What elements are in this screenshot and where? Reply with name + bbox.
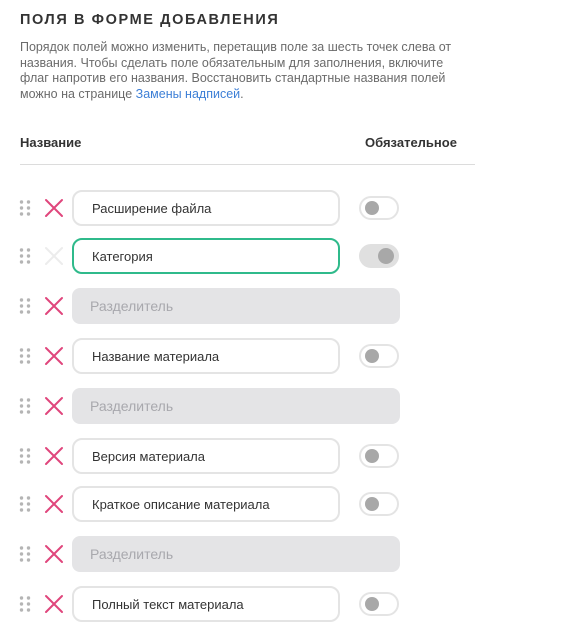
close-icon[interactable] xyxy=(43,197,65,219)
separator-label: Разделитель xyxy=(72,288,400,324)
close-icon[interactable] xyxy=(43,445,65,467)
close-icon[interactable] xyxy=(43,543,65,565)
drag-handle-icon[interactable] xyxy=(18,397,32,415)
field-name-input[interactable] xyxy=(72,238,340,274)
separator-row: Разделитель xyxy=(0,388,570,424)
description-end: . xyxy=(240,86,244,101)
field-row xyxy=(0,338,570,374)
section-description: Порядок полей можно изменить, перетащив … xyxy=(20,40,460,102)
close-icon[interactable] xyxy=(43,295,65,317)
drag-handle-icon[interactable] xyxy=(18,247,32,265)
drag-handle-icon[interactable] xyxy=(18,495,32,513)
field-row xyxy=(0,438,570,474)
separator-row: Разделитель xyxy=(0,536,570,572)
required-toggle[interactable] xyxy=(359,244,399,268)
replacements-link[interactable]: Замены надписей xyxy=(136,87,241,101)
field-row xyxy=(0,238,570,274)
field-name-input[interactable] xyxy=(72,190,340,226)
required-toggle[interactable] xyxy=(359,344,399,368)
drag-handle-icon[interactable] xyxy=(18,545,32,563)
separator-label: Разделитель xyxy=(72,536,400,572)
field-name-input[interactable] xyxy=(72,486,340,522)
section-title: ПОЛЯ В ФОРМЕ ДОБАВЛЕНИЯ xyxy=(20,12,280,28)
separator-label: Разделитель xyxy=(72,388,400,424)
required-toggle[interactable] xyxy=(359,492,399,516)
header-divider xyxy=(20,164,475,165)
required-toggle[interactable] xyxy=(359,196,399,220)
drag-handle-icon[interactable] xyxy=(18,347,32,365)
close-icon[interactable] xyxy=(43,493,65,515)
column-header-required: Обязательное xyxy=(365,135,457,150)
close-icon[interactable] xyxy=(43,593,65,615)
field-row xyxy=(0,190,570,226)
drag-handle-icon[interactable] xyxy=(18,447,32,465)
field-row xyxy=(0,586,570,622)
required-toggle[interactable] xyxy=(359,592,399,616)
close-icon xyxy=(43,245,65,267)
toggle-knob xyxy=(365,597,379,611)
close-icon[interactable] xyxy=(43,395,65,417)
toggle-knob xyxy=(365,449,379,463)
close-icon[interactable] xyxy=(43,345,65,367)
separator-row: Разделитель xyxy=(0,288,570,324)
drag-handle-icon[interactable] xyxy=(18,199,32,217)
field-name-input[interactable] xyxy=(72,438,340,474)
toggle-knob xyxy=(365,349,379,363)
toggle-knob xyxy=(365,201,379,215)
toggle-knob xyxy=(378,248,394,264)
drag-handle-icon[interactable] xyxy=(18,297,32,315)
toggle-knob xyxy=(365,497,379,511)
column-header-name: Название xyxy=(20,135,82,150)
field-row xyxy=(0,486,570,522)
field-name-input[interactable] xyxy=(72,338,340,374)
drag-handle-icon[interactable] xyxy=(18,595,32,613)
required-toggle[interactable] xyxy=(359,444,399,468)
field-name-input[interactable] xyxy=(72,586,340,622)
